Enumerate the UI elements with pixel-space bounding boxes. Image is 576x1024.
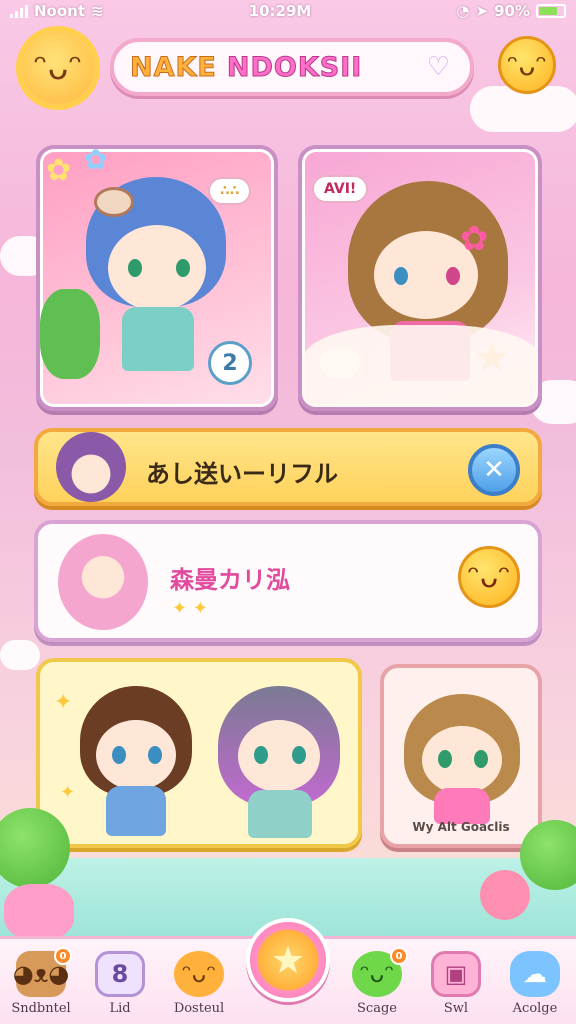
brown-catgirl-character — [76, 676, 196, 836]
speech-bubble: AVI! — [312, 175, 369, 203]
cloud-decoration — [302, 325, 538, 407]
star-action-button[interactable]: ★ — [246, 918, 330, 1002]
carrier-name: Noont — [34, 2, 86, 20]
nav-label: Dosteul — [173, 1001, 225, 1016]
blonde-catgirl-character — [398, 682, 528, 824]
orange-face-icon: ᵔᴗᵔ — [174, 951, 224, 997]
nav-item-scage[interactable]: ᵔᴗᵔ 0 Scage — [342, 947, 412, 1016]
tree-decoration — [40, 289, 100, 379]
sparkle-icon: ✦ ✦ — [172, 598, 208, 619]
location-icon: ➤ — [475, 2, 489, 20]
cloud-decoration — [0, 640, 40, 670]
nav-item-swl[interactable]: ▣ Swl — [421, 951, 491, 1016]
avatar — [58, 534, 148, 630]
bottom-nav: ◕ᴥ◕ 0 Sndbntel 8 Lid ᵔᴗᵔ Dosteul ★ ᵔᴗᵔ 0… — [0, 918, 576, 1024]
nav-item-dosteul[interactable]: ᵔᴗᵔ Dosteul — [164, 951, 234, 1016]
character-card-brown[interactable]: ✿ AVI! ★ — [298, 145, 542, 411]
smile-emoji-icon[interactable]: ᵔᴗᵔ — [458, 546, 520, 608]
close-button[interactable]: ✕ — [468, 444, 520, 496]
clock: 10:29M — [248, 2, 312, 20]
nav-label: Lid — [109, 1001, 131, 1016]
status-left: Noont ≋ — [10, 2, 104, 20]
status-bar: Noont ≋ 10:29M ◔ ➤ 90% — [0, 0, 576, 22]
flower-icon: ✿ — [46, 153, 72, 188]
title-part-1: NAKE — [130, 51, 217, 83]
wifi-icon: ≋ — [91, 2, 104, 20]
flower-icon: ✿ — [84, 145, 108, 176]
smiley-profile-icon[interactable]: ᵔᴗᵔ — [498, 36, 556, 94]
star-icon: ★ — [270, 938, 306, 982]
signal-icon — [10, 4, 28, 18]
nav-label: Acolge — [512, 1001, 558, 1016]
character-card-duo[interactable]: ✦ ✦ — [36, 658, 362, 848]
star-icon: ✦ — [54, 690, 73, 715]
character-card-blue[interactable]: 2 ✿ ✿ ∴∴ — [36, 145, 278, 411]
sun-mascot-icon[interactable]: ᵔᴗᵔ — [22, 32, 94, 104]
close-icon: ✕ — [483, 455, 505, 485]
message-banner-yellow[interactable]: あし送いーリフル ✕ — [34, 428, 542, 506]
number-8-icon: 8 — [95, 951, 145, 997]
nav-label: Scage — [357, 1001, 397, 1016]
grey-catgirl-character — [214, 676, 344, 840]
card-caption: Wy Alt Goaclis — [412, 820, 510, 834]
banner-text: あし送いーリフル — [146, 460, 338, 488]
star-icon: ✦ — [60, 782, 76, 803]
message-banner-white[interactable]: 森曼カリ泓 ✦ ✦ ᵔᴗᵔ — [34, 520, 542, 642]
pink-pig-icon — [4, 884, 74, 940]
balloon-icon — [480, 870, 530, 920]
character-card-pink[interactable]: Wy Alt Goaclis — [380, 664, 542, 848]
avatar — [56, 432, 126, 502]
battery-icon — [535, 4, 566, 18]
nav-label: Swl — [443, 1001, 469, 1016]
banner-text: 森曼カリ泓 — [170, 566, 290, 594]
nav-item-sndbntel[interactable]: ◕ᴥ◕ 0 Sndbntel — [6, 947, 76, 1016]
title-part-2: NDOKSII — [226, 51, 363, 83]
notification-bubble[interactable]: 2 — [208, 341, 252, 385]
title-banner: NAKE NDOKSII ♡ — [110, 38, 474, 96]
nav-item-acolge[interactable]: ☁ Acolge — [500, 951, 570, 1016]
pink-jar-icon: ▣ — [431, 951, 481, 997]
speech-bubble-icon: ∴∴ — [208, 177, 252, 205]
status-right: ◔ ➤ 90% — [456, 2, 566, 20]
heart-icon[interactable]: ♡ — [427, 52, 450, 82]
nav-label: Sndbntel — [11, 1001, 71, 1016]
battery-percent: 90% — [494, 2, 530, 20]
nav-center-slot: ★ — [243, 918, 333, 1016]
alarm-icon: ◔ — [456, 2, 470, 20]
blue-cloud-icon: ☁ — [510, 951, 560, 997]
notification-badge: 0 — [390, 947, 408, 965]
notification-badge: 0 — [54, 947, 72, 965]
nav-item-lid[interactable]: 8 Lid — [85, 951, 155, 1016]
